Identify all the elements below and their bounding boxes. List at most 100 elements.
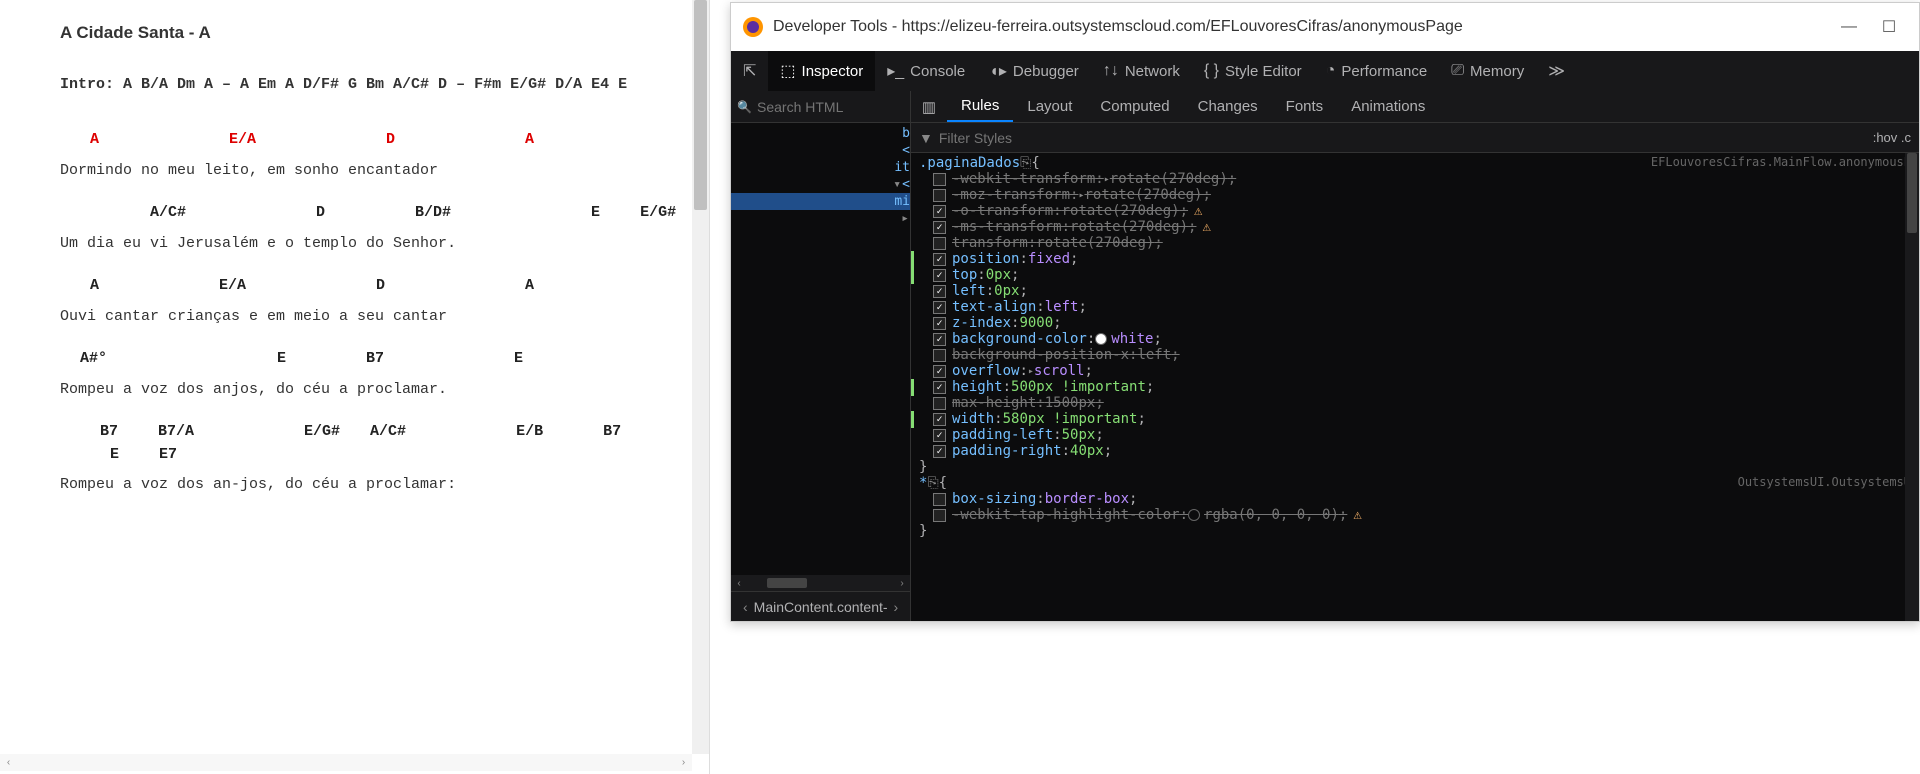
css-declaration[interactable]: height: 500px !important; <box>919 379 1911 395</box>
filter-icon: ▼ <box>919 130 933 146</box>
chord-line: AE/ADA <box>60 275 679 298</box>
css-declaration[interactable]: box-sizing: border-box; <box>919 491 1911 507</box>
devtools-tab-icon[interactable]: ≫ <box>1536 51 1577 91</box>
css-declaration[interactable]: -webkit-tap-highlight-color: rgba(0, 0, … <box>919 507 1911 523</box>
css-declaration[interactable]: position: fixed; <box>919 251 1911 267</box>
scrollbar-thumb[interactable] <box>694 0 707 210</box>
decl-toggle-checkbox[interactable] <box>933 301 946 314</box>
css-declaration[interactable]: padding-left: 50px; <box>919 427 1911 443</box>
rules-subtab-rules[interactable]: Rules <box>947 91 1013 122</box>
chord: A#° <box>80 348 107 371</box>
devtools-tab-memory[interactable]: ⎚Memory <box>1439 51 1536 91</box>
decl-toggle-checkbox[interactable] <box>933 493 946 506</box>
scroll-right-arrow[interactable]: › <box>675 754 692 771</box>
rule-selector[interactable]: .paginaDados ⎘ {EFLouvoresCifras.MainFlo… <box>919 155 1911 171</box>
css-declaration[interactable]: padding-right: 40px; <box>919 443 1911 459</box>
css-declaration[interactable]: z-index: 9000; <box>919 315 1911 331</box>
chord: E/G# <box>304 421 340 444</box>
tree-node[interactable]: b <box>731 125 910 142</box>
tree-node[interactable]: it <box>731 159 910 176</box>
decl-toggle-checkbox[interactable] <box>933 173 946 186</box>
chord: E/A <box>219 275 246 298</box>
decl-toggle-checkbox[interactable] <box>933 237 946 250</box>
vertical-scrollbar[interactable] <box>692 0 709 754</box>
decl-toggle-checkbox[interactable] <box>933 253 946 266</box>
tree-node[interactable]: ▸ <box>731 210 910 227</box>
chord-line: A#°EB7E <box>60 348 679 371</box>
rule-close-brace: } <box>919 523 1911 539</box>
chord: B7 <box>603 421 621 444</box>
rules-subtab-layout[interactable]: Layout <box>1013 91 1086 122</box>
decl-toggle-checkbox[interactable] <box>933 189 946 202</box>
decl-toggle-checkbox[interactable] <box>933 445 946 458</box>
breadcrumb-next[interactable]: › <box>888 599 905 615</box>
chord: E/A <box>229 129 256 152</box>
rules-subtab-changes[interactable]: Changes <box>1184 91 1272 122</box>
horizontal-scrollbar[interactable]: ‹ › <box>0 754 692 771</box>
devtools-tab-console[interactable]: ▸_Console <box>875 51 977 91</box>
decl-toggle-checkbox[interactable] <box>933 381 946 394</box>
devtools-tab-performance[interactable]: ◔Performance <box>1314 51 1440 91</box>
css-declaration[interactable]: text-align: left; <box>919 299 1911 315</box>
tree-node[interactable]: ▾< <box>731 176 910 193</box>
decl-toggle-checkbox[interactable] <box>933 317 946 330</box>
chord: E <box>591 202 600 225</box>
devtools-tab-inspector[interactable]: ⬚Inspector <box>768 51 875 91</box>
filter-row: ▼ :hov .c <box>911 123 1919 153</box>
devtools-tab-debugger[interactable]: ◖▸Debugger <box>977 51 1091 91</box>
css-declaration[interactable]: -moz-transform: ▸ rotate(270deg); <box>919 187 1911 203</box>
css-declaration[interactable]: -webkit-transform: ▸ rotate(270deg); <box>919 171 1911 187</box>
devtools-tab-network[interactable]: ↑↓Network <box>1091 51 1192 91</box>
css-declaration[interactable]: background-color: white; <box>919 331 1911 347</box>
chord: E/G# <box>640 202 676 225</box>
css-declaration[interactable]: max-height: 1500px; <box>919 395 1911 411</box>
decl-toggle-checkbox[interactable] <box>933 205 946 218</box>
tree-node[interactable]: < <box>731 142 910 159</box>
tree-scroll-right[interactable]: › <box>894 578 910 589</box>
decl-toggle-checkbox[interactable] <box>933 397 946 410</box>
rules-body[interactable]: .paginaDados ⎘ {EFLouvoresCifras.MainFlo… <box>911 153 1919 621</box>
decl-toggle-checkbox[interactable] <box>933 333 946 346</box>
decl-toggle-checkbox[interactable] <box>933 269 946 282</box>
devtools-body: + ✎ b<it▾<mi▸ ‹ › ‹ MainContent.content-… <box>731 91 1919 621</box>
rules-subtab-animations[interactable]: Animations <box>1337 91 1439 122</box>
css-declaration[interactable]: background-position-x: left; <box>919 347 1911 363</box>
devtools-tab-icon[interactable]: ⇱ <box>731 51 768 91</box>
decl-toggle-checkbox[interactable] <box>933 365 946 378</box>
scroll-left-arrow[interactable]: ‹ <box>0 754 17 771</box>
rules-subtab-computed[interactable]: Computed <box>1086 91 1183 122</box>
chord: E <box>110 444 119 467</box>
tree-scroll-left[interactable]: ‹ <box>731 578 747 589</box>
chord: D <box>386 129 395 152</box>
maximize-button[interactable]: ☐ <box>1869 11 1909 43</box>
filter-styles-input[interactable] <box>939 130 1059 146</box>
devtools-tab-style editor[interactable]: { }Style Editor <box>1192 51 1314 91</box>
decl-toggle-checkbox[interactable] <box>933 285 946 298</box>
breadcrumb-item[interactable]: MainContent.content- <box>754 599 888 615</box>
decl-toggle-checkbox[interactable] <box>933 509 946 522</box>
decl-toggle-checkbox[interactable] <box>933 349 946 362</box>
search-html-input[interactable] <box>731 99 944 115</box>
markup-tree[interactable]: b<it▾<mi▸ <box>731 123 910 575</box>
breadcrumb-prev[interactable]: ‹ <box>737 599 754 615</box>
hov-toggle[interactable]: :hov .c <box>1873 130 1911 145</box>
tree-scrollbar-thumb[interactable] <box>767 578 807 588</box>
css-declaration[interactable]: top: 0px; <box>919 267 1911 283</box>
rules-subtab-fonts[interactable]: Fonts <box>1272 91 1338 122</box>
css-declaration[interactable]: transform: rotate(270deg); <box>919 235 1911 251</box>
decl-toggle-checkbox[interactable] <box>933 413 946 426</box>
chord: B7 <box>100 421 118 444</box>
css-declaration[interactable]: -o-transform: rotate(270deg); ⚠ <box>919 203 1911 219</box>
decl-toggle-checkbox[interactable] <box>933 221 946 234</box>
chord: A <box>90 275 99 298</box>
tree-horizontal-scrollbar[interactable]: ‹ › <box>731 575 910 591</box>
css-declaration[interactable]: overflow: ▸ scroll; <box>919 363 1911 379</box>
chord-line: A/C#DB/D#EE/G# <box>60 202 679 225</box>
minimize-button[interactable]: — <box>1829 11 1869 43</box>
tree-node[interactable]: mi <box>731 193 910 210</box>
css-declaration[interactable]: left: 0px; <box>919 283 1911 299</box>
decl-toggle-checkbox[interactable] <box>933 429 946 442</box>
css-declaration[interactable]: width: 580px !important; <box>919 411 1911 427</box>
rule-selector[interactable]: * ⎘ {OutsystemsUI.OutsystemsU <box>919 475 1911 491</box>
css-declaration[interactable]: -ms-transform: rotate(270deg); ⚠ <box>919 219 1911 235</box>
